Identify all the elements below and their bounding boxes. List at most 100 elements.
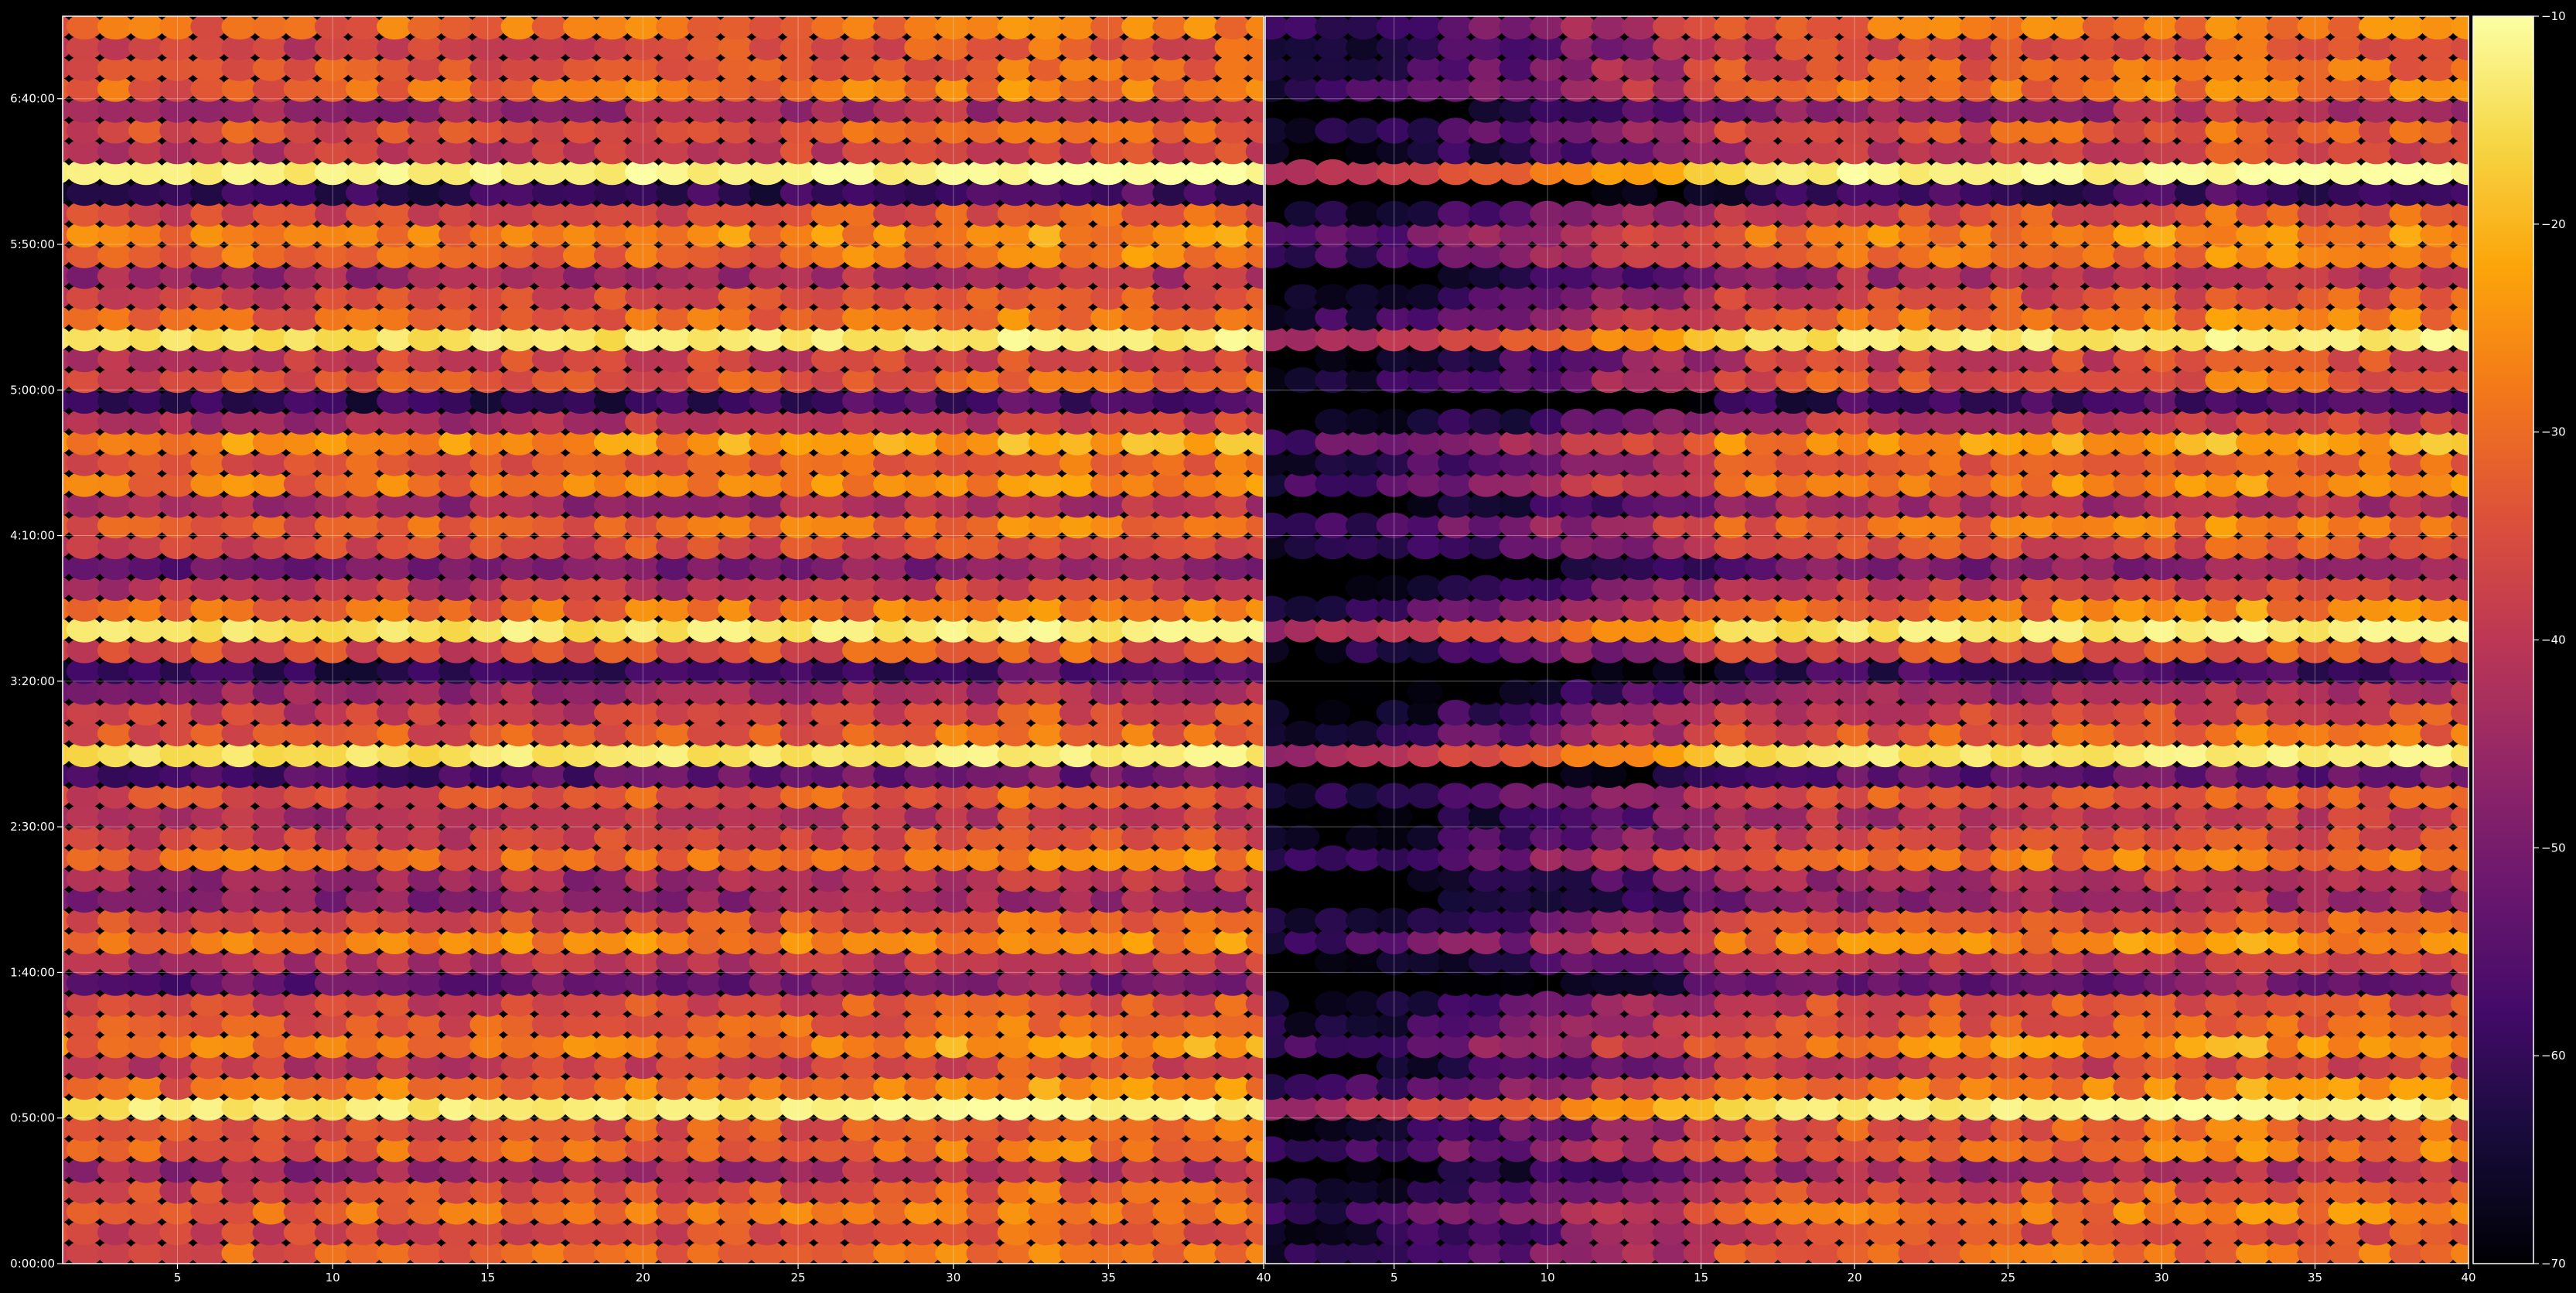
heatmap-cell [562, 16, 599, 40]
heatmap-cell [1346, 575, 1381, 601]
heatmap-cell [1284, 1178, 1320, 1204]
heatmap-cell [1315, 408, 1351, 435]
heatmap-cell [1929, 16, 1965, 40]
heatmap-cell [2113, 16, 2149, 40]
heatmap-cell [2205, 16, 2241, 40]
heatmap-cell [66, 16, 103, 40]
heatmap-cell [904, 16, 940, 40]
heatmap-cell [810, 16, 848, 40]
heatmap-cell [1560, 200, 1596, 227]
heatmap-cell [1214, 16, 1251, 40]
heatmap-cell [594, 16, 630, 40]
heatmap-cell [1407, 991, 1443, 1017]
y-tick-label: 3:20:00 [10, 674, 55, 688]
heatmap-cell [1121, 16, 1158, 40]
heatmap-cell [1284, 118, 1320, 144]
colorbar-tick-label: −20 [2541, 217, 2566, 231]
heatmap-cell [1284, 907, 1320, 934]
heatmap-cell [1284, 824, 1320, 851]
heatmap-cell [1284, 783, 1320, 809]
heatmap-cell [1468, 783, 1504, 809]
heatmap-cell [1346, 118, 1381, 144]
heatmap-cell [1407, 907, 1443, 934]
heatmap-cell [1028, 16, 1065, 40]
heatmap-cell [1346, 991, 1381, 1017]
left-panel: 5 10 15 20 25 30 35 40 [62, 15, 1271, 1284]
heatmap-cell [408, 16, 444, 40]
heatmap-cell [2389, 16, 2425, 40]
heatmap-cell [1745, 16, 1780, 40]
heatmap-cell [1284, 367, 1320, 394]
heatmap-cell [1407, 679, 1443, 705]
heatmap-cell [1346, 200, 1381, 227]
heatmap-cell [1315, 16, 1351, 40]
heatmap-cell [1346, 1073, 1381, 1100]
colorbar-tick-label: −10 [2541, 9, 2566, 23]
heatmap-cell [1315, 512, 1351, 539]
heatmap-cell [438, 16, 475, 40]
heatmap-cell [1315, 907, 1351, 934]
heatmap-cell [1806, 16, 1842, 40]
heatmap-cell [1407, 16, 1443, 40]
heatmap-cell [1591, 408, 1627, 435]
colorbar-tick-label: −70 [2541, 1257, 2566, 1271]
heatmap-cell [1407, 284, 1443, 310]
heatmap-cell [377, 16, 413, 40]
heatmap-cell [1315, 200, 1351, 227]
heatmap-cell [1499, 16, 1535, 40]
heatmap-cell [1407, 575, 1443, 601]
heatmap-cell [1499, 679, 1535, 705]
heatmap-cell [1315, 118, 1351, 144]
colorbar-tick-label: −50 [2541, 841, 2566, 855]
x-tick-label: 15 [1694, 1271, 1708, 1284]
heatmap-cell [1653, 200, 1688, 227]
heatmap-cell [1407, 408, 1443, 435]
heatmap-cell [1438, 575, 1474, 601]
heatmap-cell [1653, 408, 1688, 435]
heatmap-cell [2420, 16, 2456, 40]
heatmap-cell [1284, 16, 1320, 40]
heatmap-cell [997, 16, 1034, 40]
colorbar-tick-label: −40 [2541, 633, 2566, 647]
heatmap-cell [2358, 16, 2394, 40]
x-tick-label: 15 [480, 1271, 495, 1284]
heatmap-cell [1346, 679, 1381, 705]
heatmap-cell [1315, 1178, 1351, 1204]
heatmap-cell [1315, 845, 1351, 872]
heatmap-cell [1714, 16, 1750, 40]
heatmap-cell [1499, 408, 1535, 435]
heatmap-cell [1468, 16, 1504, 40]
heatmap-cell [128, 16, 165, 40]
heatmap-cell [1438, 408, 1474, 435]
x-tick-label: 20 [636, 1271, 650, 1284]
heatmap-cell [1591, 16, 1627, 40]
heatmap-cell [2266, 16, 2302, 40]
x-tick-label: 10 [1540, 1271, 1555, 1284]
heatmap-cell [1468, 575, 1504, 601]
y-tick-label: 2:30:00 [10, 820, 55, 834]
heatmap-cell [1284, 284, 1320, 310]
heatmap-cell [1560, 679, 1596, 705]
heatmap-cell [1867, 16, 1903, 40]
heatmap-cell [221, 16, 258, 40]
heatmap-cell [1622, 408, 1658, 435]
heatmap-cell [1315, 699, 1351, 726]
heatmap-cell [1622, 16, 1658, 40]
right-panel: 5 10 15 20 25 30 35 40 [1264, 15, 2476, 1284]
heatmap-cell [2174, 16, 2210, 40]
heatmap-cell [1183, 16, 1220, 40]
heatmap-cell [749, 16, 786, 40]
heatmap-cell [1407, 118, 1443, 144]
heatmap-cell [500, 16, 537, 40]
heatmap-cell [1284, 595, 1320, 622]
heatmap-cell [1438, 783, 1474, 809]
heatmap-cell [1315, 284, 1351, 310]
x-tick-label: 30 [2155, 1271, 2169, 1284]
heatmap-cell [283, 16, 320, 40]
heatmap-cell [2082, 16, 2118, 40]
heatmap-cell [1438, 200, 1474, 227]
colorbar-gradient [2472, 15, 2534, 1264]
heatmap-cell [1438, 16, 1474, 40]
heatmap-cell [1315, 595, 1351, 622]
y-tick-label: 0:50:00 [10, 1111, 55, 1125]
